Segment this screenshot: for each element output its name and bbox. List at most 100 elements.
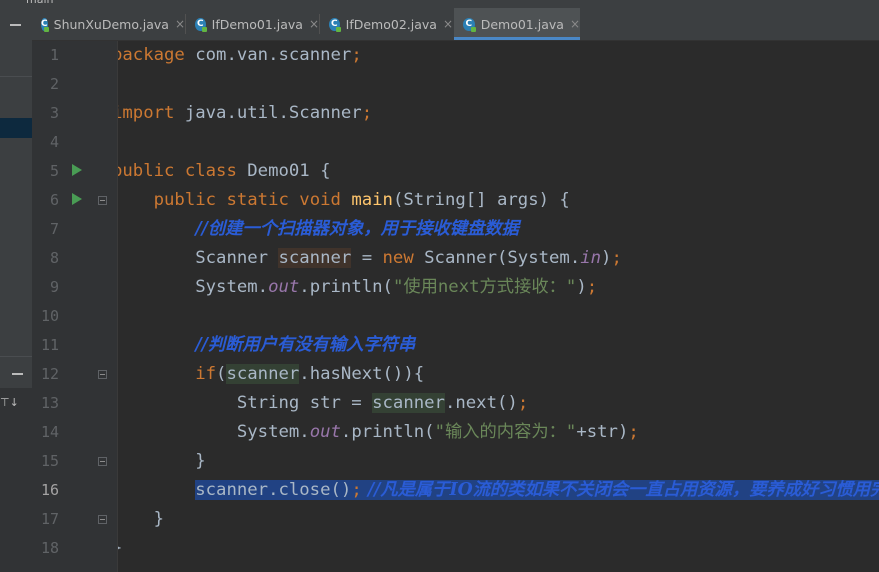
code-line-11: //判断用户有没有输入字符串 (118, 331, 415, 360)
code-text: scanner.close() (195, 480, 352, 500)
project-tool-window: ⊤↓ (0, 8, 32, 572)
line-number: 17 (40, 510, 59, 528)
code-line-3: import java.util.Scanner; (118, 99, 372, 128)
tab-shunxudemo[interactable]: C ShunXuDemo.java × (32, 8, 185, 40)
code-text: System. (236, 422, 310, 442)
closing-brace: } (153, 509, 165, 529)
code-text: Demo01 { (236, 161, 331, 181)
keyword: public static void (153, 190, 341, 210)
line-number: 6 (49, 191, 59, 209)
java-class-icon: C (41, 17, 49, 32)
code-text: ( (216, 364, 227, 384)
tab-label: IfDemo01.java (211, 16, 303, 32)
code-text: .println( (340, 422, 435, 442)
run-class-icon[interactable] (72, 164, 82, 176)
keyword: import (118, 103, 175, 123)
code-text: .println( (299, 277, 393, 297)
code-line-7: //创建一个扫描器对象，用于接收键盘数据 (118, 215, 519, 244)
code-text: (String[] args) { (392, 190, 570, 210)
fold-icon[interactable] (98, 457, 107, 466)
project-tree-selected-row[interactable] (0, 118, 32, 138)
code-line-14: System.out.println("输入的内容为："+str); (118, 418, 639, 447)
fold-icon[interactable] (98, 515, 107, 524)
code-line-6: public static void main(String[] args) { (118, 186, 570, 215)
static-field: in (580, 248, 602, 268)
variable-declaration: scanner (278, 248, 352, 268)
semicolon: ; (517, 393, 529, 413)
method-name: main (351, 190, 393, 210)
code-editor[interactable]: package com.van.scanner; import java.uti… (118, 41, 879, 572)
comment: //判断用户有没有输入字符串 (195, 335, 416, 355)
keyword: public class (118, 161, 237, 181)
line-number: 5 (49, 162, 59, 180)
string-literal: "输入的内容为：" (434, 422, 577, 442)
tab-label: ShunXuDemo.java (53, 16, 169, 32)
code-line-1: package com.van.scanner; (118, 41, 362, 70)
code-text: .hasNext()){ (299, 364, 425, 384)
semicolon: ; (361, 103, 373, 123)
breadcrumb-main[interactable]: main (26, 0, 53, 6)
java-class-icon: C (463, 17, 476, 32)
code-text: .next() (444, 393, 518, 413)
closing-brace: } (118, 538, 122, 558)
line-number: 14 (40, 423, 59, 441)
code-line-9: System.out.println("使用next方式接收："); (118, 273, 597, 302)
tab-demo01[interactable]: C Demo01.java × (454, 8, 580, 40)
code-line-8: Scanner scanner = new Scanner(System.in)… (118, 244, 622, 273)
line-number: 1 (49, 46, 59, 64)
line-number: 18 (40, 539, 59, 557)
variable-usage: scanner (226, 364, 300, 384)
close-icon[interactable]: × (570, 17, 580, 31)
collapse-minus-icon[interactable] (10, 24, 21, 26)
string-literal: "使用next方式接收：" (392, 277, 577, 297)
code-line-13: String str = scanner.next(); (118, 389, 528, 418)
line-number: 7 (49, 220, 59, 238)
semicolon: ; (628, 422, 639, 442)
code-line-16: scanner.close(); //凡是属于IO流的类如果不关闭会一直占用资源… (118, 476, 879, 505)
code-text: System. (195, 277, 269, 297)
code-text: com.van.scanner (184, 45, 352, 65)
keyword: new (382, 248, 414, 268)
keyword: package (118, 45, 185, 65)
line-number: 4 (49, 133, 59, 151)
run-panel-minus-icon[interactable] (12, 373, 23, 375)
selected-text[interactable]: scanner.close(); //凡是属于IO流的类如果不关闭会一直占用资源… (195, 480, 879, 500)
fold-icon[interactable] (98, 196, 107, 205)
keyword: if (195, 364, 217, 384)
line-number: 11 (40, 336, 59, 354)
semicolon: ; (611, 248, 622, 268)
close-icon[interactable]: × (175, 17, 185, 31)
line-number: 13 (40, 394, 59, 412)
run-main-icon[interactable] (72, 193, 82, 205)
semicolon: ; (586, 277, 598, 297)
code-line-5: public class Demo01 { (118, 157, 331, 186)
static-field: out (268, 277, 300, 297)
panel-divider (0, 76, 32, 77)
editor-gutter[interactable]: 1 2 3 4 5 6 7 8 9 10 11 12 13 14 15 16 1… (32, 41, 129, 572)
line-number: 2 (49, 75, 59, 93)
code-text: +str) (576, 422, 629, 442)
code-line-18: } (118, 534, 122, 563)
code-text: ) (576, 277, 587, 297)
tab-ifdemo02[interactable]: C IfDemo02.java × (320, 8, 453, 40)
line-number: 12 (40, 365, 59, 383)
close-icon[interactable]: × (309, 17, 319, 31)
tab-ifdemo01[interactable]: C IfDemo01.java × (186, 8, 319, 40)
close-icon[interactable]: × (443, 17, 453, 31)
fold-icon[interactable] (98, 370, 107, 379)
code-line-17: } (118, 505, 164, 534)
java-class-icon: C (329, 17, 341, 32)
semicolon: ; (351, 480, 362, 500)
line-number: 8 (49, 249, 59, 267)
code-text: java.util.Scanner (174, 103, 362, 123)
comment: //创建一个扫描器对象，用于接收键盘数据 (195, 219, 519, 239)
scroll-to-end-icon[interactable]: ⊤↓ (0, 396, 19, 409)
line-number: 9 (49, 278, 59, 296)
closing-brace: } (195, 451, 206, 471)
navigation-bar: main (0, 0, 879, 8)
code-line-12: if(scanner.hasNext()){ (118, 360, 424, 389)
code-text: Scanner(System. (413, 248, 581, 268)
line-number: 10 (40, 307, 59, 325)
code-line-15: } (118, 447, 206, 476)
static-field: out (309, 422, 341, 442)
